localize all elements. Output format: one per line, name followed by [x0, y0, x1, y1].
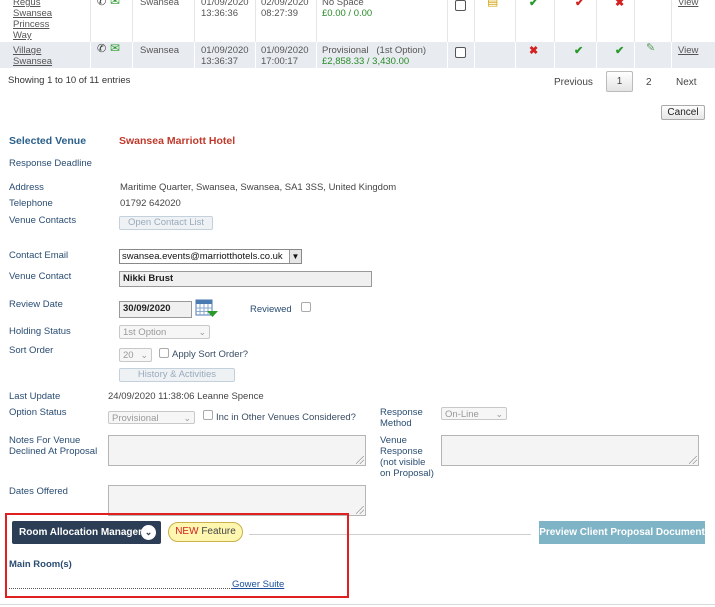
- review-date-label: Review Date: [9, 299, 63, 310]
- contact-email-select[interactable]: swansea.events@marriotthotels.co.uk ▼: [119, 249, 302, 264]
- last-update-label: Last Update: [9, 391, 61, 402]
- preview-client-proposal-button[interactable]: Preview Client Proposal Document: [539, 521, 705, 544]
- status-cell: Provisional (1st Option) £2,858.33 / 3,4…: [322, 45, 427, 67]
- cross-icon: ✖: [615, 0, 625, 9]
- contact-email-value: swansea.events@marriotthotels.co.uk: [122, 251, 283, 262]
- dates-offered-label: Dates Offered: [9, 486, 68, 497]
- cancel-button[interactable]: Cancel: [661, 105, 705, 120]
- selected-venue-name: Swansea Marriott Hotel: [119, 135, 236, 147]
- venue-name-link[interactable]: Village Swansea: [13, 45, 52, 67]
- highlight-box: [5, 513, 349, 598]
- notes-textarea[interactable]: [108, 435, 366, 466]
- view-link[interactable]: View: [678, 0, 698, 8]
- date-updated: 02/09/2020 08:27:39: [261, 0, 309, 19]
- chevron-down-icon: ⌄: [495, 409, 503, 419]
- option-status-value: Provisional: [112, 413, 159, 424]
- document-icon[interactable]: ▤: [487, 0, 498, 7]
- edit-icon[interactable]: ✎: [646, 43, 655, 54]
- calendar-icon[interactable]: [195, 299, 219, 319]
- entries-info: Showing 1 to 10 of 11 entries: [8, 75, 131, 86]
- reviewed-checkbox[interactable]: [301, 302, 311, 312]
- selected-venue-label: Selected Venue: [9, 135, 87, 147]
- resize-grip-icon: [356, 456, 364, 464]
- chevron-down-icon: ⌄: [198, 327, 206, 337]
- venue-name-link[interactable]: Regus Swansea Princess Way: [13, 0, 52, 41]
- option-status-select[interactable]: Provisional ⌄: [108, 411, 195, 424]
- view-link[interactable]: View: [678, 45, 698, 56]
- venue-response-label: Venue Response (not visible on Proposal): [380, 435, 434, 479]
- sort-order-value: 20: [123, 350, 134, 361]
- venue-contact-label: Venue Contact: [9, 271, 72, 282]
- response-method-value: On-Line: [445, 409, 479, 420]
- location: Swansea: [140, 0, 180, 8]
- chevron-down-icon: ⌄: [183, 413, 191, 423]
- date-updated: 01/09/2020 17:00:17: [261, 45, 309, 67]
- venue-contacts-label: Venue Contacts: [9, 215, 77, 226]
- holding-status-value: 1st Option: [123, 327, 167, 338]
- telephone-value: 01792 642020: [120, 198, 181, 209]
- address-value: Maritime Quarter, Swansea, Swansea, SA1 …: [120, 182, 397, 193]
- notes-label: Notes For Venue Declined At Proposal: [9, 435, 98, 457]
- previous-button[interactable]: Previous: [554, 77, 593, 88]
- email-icon[interactable]: ✉: [110, 42, 120, 54]
- open-contact-list-button[interactable]: Open Contact List: [119, 216, 213, 230]
- resize-grip-icon: [689, 456, 697, 464]
- row-checkbox[interactable]: [455, 47, 466, 58]
- response-method-select[interactable]: On-Line ⌄: [441, 407, 507, 420]
- location: Swansea: [140, 45, 180, 56]
- next-button[interactable]: Next: [676, 77, 697, 88]
- inc-other-venues-label: Inc in Other Venues Considered?: [216, 412, 356, 423]
- venue-contact-input[interactable]: Nikki Brust: [119, 271, 372, 287]
- check-red-icon: ✔: [575, 0, 585, 9]
- inc-other-venues-checkbox[interactable]: [203, 410, 213, 420]
- review-date-input[interactable]: 30/09/2020: [119, 301, 192, 318]
- contact-email-label: Contact Email: [9, 250, 69, 261]
- reviewed-label: Reviewed: [250, 304, 292, 315]
- response-deadline-label: Response Deadline: [9, 158, 92, 169]
- phone-icon[interactable]: ✆: [97, 0, 106, 8]
- check-icon: ✔: [529, 0, 539, 9]
- apply-sort-checkbox[interactable]: [159, 348, 169, 358]
- page-1-button[interactable]: 1: [606, 71, 633, 92]
- dates-offered-textarea[interactable]: [108, 485, 366, 516]
- page-2-button[interactable]: 2: [646, 77, 652, 88]
- sort-order-label: Sort Order: [9, 345, 54, 356]
- status-cell: No Space £0.00 / 0.00: [322, 0, 373, 19]
- email-icon[interactable]: ✉: [110, 0, 120, 7]
- check-icon: ✔: [615, 45, 625, 57]
- chevron-down-icon: ⌄: [140, 350, 148, 360]
- table-row: Regus Swansea Princess Way ✆ ✉ Swansea 0…: [0, 0, 715, 42]
- telephone-label: Telephone: [9, 198, 53, 209]
- cross-icon: ✖: [529, 45, 539, 57]
- date-created: 01/09/2020 13:36:36: [201, 0, 249, 19]
- option-status-label: Option Status: [9, 407, 67, 418]
- holding-status-label: Holding Status: [9, 326, 71, 337]
- last-update-value: 24/09/2020 11:38:06 Leanne Spence: [108, 391, 264, 402]
- sort-order-select[interactable]: 20 ⌄: [119, 348, 152, 362]
- bottom-divider: [0, 604, 715, 605]
- date-created: 01/09/2020 13:36:37: [201, 45, 249, 67]
- venue-response-textarea[interactable]: [441, 435, 699, 466]
- row-checkbox[interactable]: [455, 0, 466, 11]
- table-row: Village Swansea ✆ ✉ Swansea 01/09/2020 13…: [0, 42, 715, 68]
- apply-sort-label: Apply Sort Order?: [172, 349, 249, 360]
- address-label: Address: [9, 182, 44, 193]
- check-icon: ✔: [574, 45, 584, 57]
- phone-icon[interactable]: ✆: [97, 44, 106, 55]
- resize-grip-icon: [356, 506, 364, 514]
- holding-status-select[interactable]: 1st Option ⌄: [119, 325, 210, 339]
- history-activities-button[interactable]: History & Activities: [119, 368, 235, 382]
- response-method-label: Response Method: [380, 407, 423, 429]
- chevron-down-icon: ▼: [289, 250, 301, 263]
